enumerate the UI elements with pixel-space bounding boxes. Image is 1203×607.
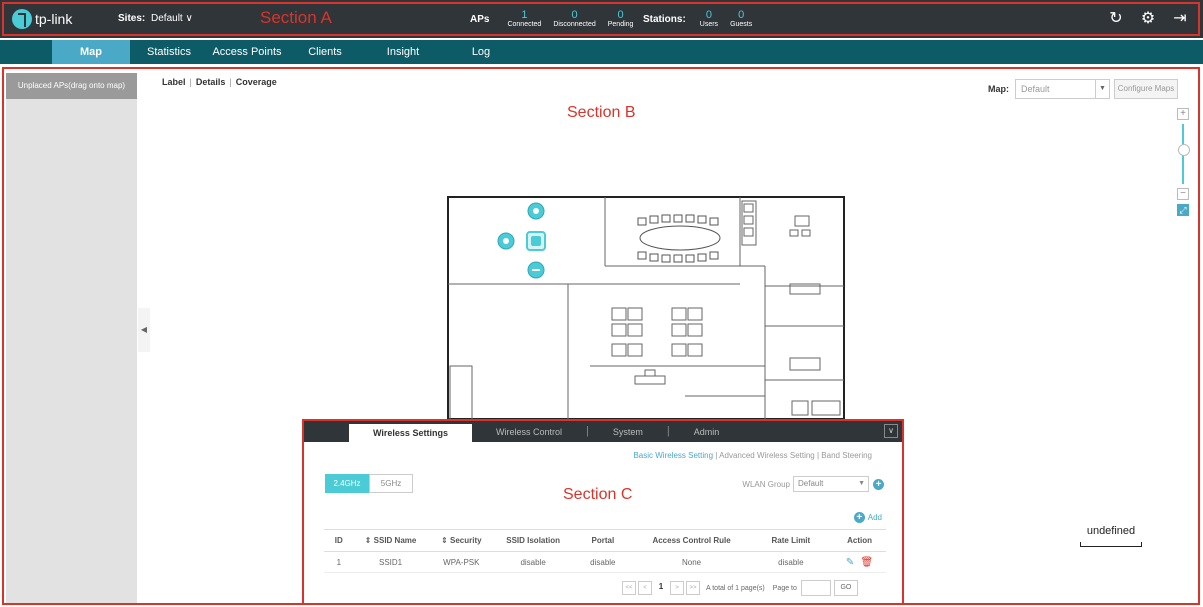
cell-security: WPA-PSK [427, 551, 496, 573]
gear-icon[interactable]: ⚙ [1139, 9, 1157, 29]
tab-admin[interactable]: Admin [670, 421, 744, 442]
cell-ssid-isolation: disable [495, 551, 572, 573]
page-number-input[interactable] [800, 580, 831, 596]
delete-icon[interactable]: 🗑 [861, 557, 874, 568]
band-tabs: 2.4GHz 5GHz [325, 474, 413, 493]
wlan-group-select[interactable]: Default ▼ [793, 476, 869, 492]
section-a-label: Section A [260, 8, 332, 27]
next-page-button[interactable]: > [670, 581, 684, 595]
aps-summary: APs 1 Connected 0 Disconnected 0 Pending [470, 10, 645, 29]
col-rate-limit: Rate Limit [748, 529, 834, 552]
col-ssid-isolation: SSID Isolation [495, 529, 572, 552]
cell-id: 1 [324, 551, 354, 573]
edit-icon[interactable]: ✎ [846, 557, 854, 568]
logout-icon[interactable]: ⇥ [1171, 9, 1189, 29]
stations-summary: Stations: 0 Users 0 Guests [643, 10, 764, 29]
aps-pending[interactable]: 0 Pending [608, 10, 634, 29]
tab-statistics[interactable]: Statistics [130, 40, 208, 64]
link-basic-wireless[interactable]: Basic Wireless Setting [633, 451, 713, 460]
cell-access-control-rule: None [634, 551, 749, 573]
link-advanced-wireless[interactable]: Advanced Wireless Setting [719, 451, 815, 460]
settings-sublinks: Basic Wireless Setting | Advanced Wirele… [633, 451, 872, 460]
band-5ghz-tab[interactable]: 5GHz [369, 474, 413, 493]
stations-label: Stations: [643, 14, 686, 25]
add-wlan-group-icon[interactable]: + [873, 478, 884, 490]
tab-wireless-control[interactable]: Wireless Control [472, 421, 586, 442]
pagination: << < 1 > >> A total of 1 page(s) Page to… [622, 580, 858, 596]
toolbar-icons: ↻ ⚙ ⇥ [1107, 9, 1189, 29]
chevron-down-icon: ▼ [858, 480, 865, 487]
first-page-button[interactable]: << [622, 581, 636, 595]
brand-name: tp-link [35, 11, 73, 27]
cell-portal: disable [571, 551, 635, 573]
tab-map[interactable]: Map [52, 40, 130, 64]
col-action: Action [833, 529, 886, 552]
tab-insight[interactable]: Insight [364, 40, 442, 64]
wlan-group: WLAN Group Default ▼ + [742, 476, 884, 492]
last-page-button[interactable]: >> [686, 581, 700, 595]
wlan-group-label: WLAN Group [742, 479, 790, 489]
prev-page-button[interactable]: < [638, 581, 652, 595]
page-to-label: Page to [772, 584, 797, 592]
link-band-steering[interactable]: Band Steering [821, 451, 872, 460]
tab-access-points[interactable]: Access Points [208, 40, 286, 64]
plus-icon: + [853, 512, 865, 523]
aps-disconnected[interactable]: 0 Disconnected [553, 10, 595, 29]
col-security[interactable]: ⇕ Security [427, 529, 496, 552]
page-info: A total of 1 page(s) [706, 584, 765, 592]
col-access-control-rule: Access Control Rule [634, 529, 749, 552]
tab-system[interactable]: System [589, 421, 667, 442]
col-id: ID [324, 529, 354, 552]
panel-tabs: Wireless Settings Wireless Control | Sys… [304, 421, 902, 442]
tplink-logo-icon [12, 9, 32, 29]
top-bar: tp-link Sites: Default ∨ Section A APs 1… [0, 0, 1203, 38]
band-24ghz-tab[interactable]: 2.4GHz [325, 474, 369, 493]
sites-label: Sites: [118, 13, 146, 24]
col-ssid-name[interactable]: ⇕ SSID Name [353, 529, 428, 552]
stations-guests[interactable]: 0 Guests [730, 10, 752, 29]
stations-users[interactable]: 0 Users [700, 10, 718, 29]
refresh-icon[interactable]: ↻ [1107, 9, 1125, 29]
tab-log[interactable]: Log [442, 40, 520, 64]
tab-clients[interactable]: Clients [286, 40, 364, 64]
add-ssid-button[interactable]: + Add [853, 512, 882, 523]
main-nav: Map Statistics Access Points Clients Ins… [0, 40, 1203, 64]
chevron-down-icon: ∨ [185, 13, 193, 24]
tab-wireless-settings[interactable]: Wireless Settings [349, 424, 472, 442]
table-row: 1 SSID1 WPA-PSK disable disable None dis… [324, 551, 886, 573]
site-selector[interactable]: Sites: Default ∨ [118, 13, 193, 24]
cell-rate-limit: disable [748, 551, 834, 573]
table-header-row: ID ⇕ SSID Name ⇕ Security SSID Isolation… [324, 529, 886, 552]
aps-label: APs [470, 14, 490, 25]
wireless-settings-panel: Wireless Settings Wireless Control | Sys… [302, 419, 904, 605]
ssid-table: ID ⇕ SSID Name ⇕ Security SSID Isolation… [324, 529, 886, 573]
col-portal: Portal [571, 529, 635, 552]
current-page: 1 [658, 582, 664, 591]
panel-collapse-button[interactable]: ∨ [884, 424, 898, 438]
cell-action: ✎ 🗑 [833, 551, 886, 573]
brand-logo[interactable]: tp-link [12, 9, 72, 29]
go-button[interactable]: GO [833, 580, 858, 596]
aps-connected[interactable]: 1 Connected [507, 10, 541, 29]
section-c-label: Section C [563, 486, 633, 503]
cell-ssid-name: SSID1 [353, 551, 428, 573]
sites-value: Default [151, 13, 183, 24]
